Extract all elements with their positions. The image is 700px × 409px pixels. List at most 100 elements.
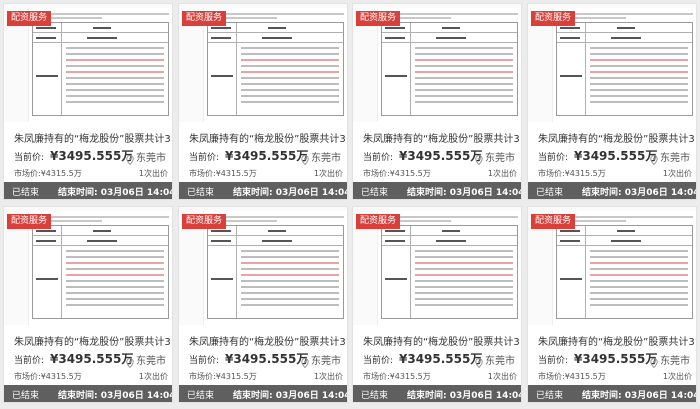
bid-count: 1次出价 — [487, 169, 517, 178]
location-label: 东莞市 — [311, 153, 341, 164]
listing-card[interactable]: 配资服务朱凤廉持有的“梅龙股份”股票共计35000 当前价: ¥3495.555万东… — [178, 206, 348, 403]
price-row: 当前价: ¥3495.555万 东莞市 — [14, 350, 168, 369]
location-label: 东莞市 — [136, 153, 166, 164]
listing-card[interactable]: 配资服务朱凤廉持有的“梅龙股份”股票共计35000 当前价: ¥3495.555万东… — [527, 206, 697, 403]
listing-title[interactable]: 朱凤廉持有的“梅龙股份”股票共计35000 — [14, 333, 170, 348]
listing-title[interactable]: 朱凤廉持有的“梅龙股份”股票共计35000 — [189, 130, 345, 145]
listing-card[interactable]: 配资服务朱凤廉持有的“梅龙股份”股票共计35000 当前价: ¥3495.555万东… — [178, 3, 348, 200]
price-row: 当前价: ¥3495.555万 东莞市 — [538, 147, 692, 166]
listing-card[interactable]: 配资服务朱凤廉持有的“梅龙股份”股票共计35000 当前价: ¥3495.555万东… — [3, 206, 173, 403]
service-badge: 配资服务 — [531, 11, 576, 26]
listing-thumbnail[interactable]: 配资服务 — [4, 207, 172, 325]
price-row: 当前价: ¥3495.555万 东莞市 — [538, 350, 692, 369]
map-pin-icon — [126, 353, 134, 369]
market-price: 市场价:¥4315.5万 — [363, 169, 431, 178]
service-badge: 配资服务 — [356, 11, 401, 26]
bid-count: 1次出价 — [313, 372, 343, 381]
market-price: 市场价:¥4315.5万 — [189, 169, 257, 178]
status-bar: 已结束 结束时间: 03月06日 14:04 — [179, 182, 347, 199]
end-time: 结束时间: 03月06日 14:04 — [407, 391, 522, 401]
bid-count: 1次出价 — [138, 169, 168, 178]
status-label: 已结束 — [361, 391, 389, 401]
end-time: 结束时间: 03月06日 14:04 — [58, 188, 173, 198]
map-pin-icon — [475, 150, 483, 166]
market-price: 市场价:¥4315.5万 — [189, 372, 257, 381]
status-bar: 已结束 结束时间: 03月06日 14:04 — [4, 182, 172, 199]
listing-thumbnail[interactable]: 配资服务 — [528, 4, 696, 122]
service-badge: 配资服务 — [182, 214, 227, 229]
price-label: 当前价: — [363, 356, 394, 366]
status-bar: 已结束 结束时间: 03月06日 14:04 — [528, 385, 696, 402]
meta-row: 市场价:¥4315.5万 1次出价 — [189, 371, 343, 383]
service-badge: 配资服务 — [182, 11, 227, 26]
meta-row: 市场价:¥4315.5万 1次出价 — [14, 168, 168, 180]
listing-title[interactable]: 朱凤廉持有的“梅龙股份”股票共计35000 — [363, 130, 519, 145]
bid-count: 1次出价 — [662, 372, 692, 381]
listing-card[interactable]: 配资服务朱凤廉持有的“梅龙股份”股票共计35000 当前价: ¥3495.555万东… — [527, 3, 697, 200]
listing-thumbnail[interactable]: 配资服务 — [179, 207, 347, 325]
price-label: 当前价: — [14, 356, 45, 366]
end-time: 结束时间: 03月06日 14:04 — [58, 391, 173, 401]
status-label: 已结束 — [187, 188, 215, 198]
location-label: 东莞市 — [311, 356, 341, 367]
meta-row: 市场价:¥4315.5万 1次出价 — [363, 168, 517, 180]
current-price: ¥3495.555万 — [50, 352, 134, 366]
map-pin-icon — [301, 150, 309, 166]
status-bar: 已结束 结束时间: 03月06日 14:04 — [179, 385, 347, 402]
location-label: 东莞市 — [136, 356, 166, 367]
listing-thumbnail[interactable]: 配资服务 — [4, 4, 172, 122]
map-pin-icon — [650, 150, 658, 166]
location-label: 东莞市 — [660, 356, 690, 367]
listing-title[interactable]: 朱凤廉持有的“梅龙股份”股票共计35000 — [538, 130, 694, 145]
listing-thumbnail[interactable]: 配资服务 — [179, 4, 347, 122]
status-label: 已结束 — [361, 188, 389, 198]
end-time: 结束时间: 03月06日 14:04 — [582, 391, 697, 401]
current-price: ¥3495.555万 — [225, 352, 309, 366]
listing-title[interactable]: 朱凤廉持有的“梅龙股份”股票共计35000 — [538, 333, 694, 348]
map-pin-icon — [475, 353, 483, 369]
map-pin-icon — [301, 353, 309, 369]
status-bar: 已结束 结束时间: 03月06日 14:04 — [353, 182, 521, 199]
listing-card[interactable]: 配资服务朱凤廉持有的“梅龙股份”股票共计3500000 当前价: ¥3495.555… — [3, 3, 173, 200]
listing-thumbnail[interactable]: 配资服务 — [353, 207, 521, 325]
status-label: 已结束 — [187, 391, 215, 401]
location-label: 东莞市 — [485, 153, 515, 164]
price-label: 当前价: — [538, 153, 569, 163]
meta-row: 市场价:¥4315.5万 1次出价 — [538, 371, 692, 383]
current-price: ¥3495.555万 — [399, 352, 483, 366]
listing-card[interactable]: 配资服务朱凤廉持有的“梅龙股份”股票共计35000 当前价: ¥3495.555万东… — [352, 206, 522, 403]
listing-thumbnail[interactable]: 配资服务 — [528, 207, 696, 325]
price-row: 当前价: ¥3495.555万 东莞市 — [189, 350, 343, 369]
price-label: 当前价: — [538, 356, 569, 366]
map-pin-icon — [126, 150, 134, 166]
listing-title[interactable]: 朱凤廉持有的“梅龙股份”股票共计35000 — [189, 333, 345, 348]
market-price: 市场价:¥4315.5万 — [14, 169, 82, 178]
price-label: 当前价: — [189, 153, 220, 163]
end-time: 结束时间: 03月06日 14:04 — [582, 188, 697, 198]
current-price: ¥3495.555万 — [574, 149, 658, 163]
listing-title[interactable]: 朱凤廉持有的“梅龙股份”股票共计35000 — [363, 333, 519, 348]
price-row: 当前价: ¥3495.555万 东莞市 — [363, 147, 517, 166]
price-row: 当前价: ¥3495.555万 东莞市 — [363, 350, 517, 369]
auction-listing-grid: 配资服务朱凤廉持有的“梅龙股份”股票共计3500000当前价:¥3495.555… — [0, 0, 700, 409]
status-bar: 已结束 结束时间: 03月06日 14:04 — [353, 385, 521, 402]
price-row: 当前价: ¥3495.555万 东莞市 — [189, 147, 343, 166]
market-price: 市场价:¥4315.5万 — [363, 372, 431, 381]
listing-card[interactable]: 配资服务朱凤廉持有的“梅龙股份”股票共计35000 当前价: ¥3495.555万东… — [352, 3, 522, 200]
meta-row: 市场价:¥4315.5万 1次出价 — [14, 371, 168, 383]
status-bar: 已结束 结束时间: 03月06日 14:04 — [4, 385, 172, 402]
price-row: 当前价: ¥3495.555万 东莞市 — [14, 147, 168, 166]
listing-thumbnail[interactable]: 配资服务 — [353, 4, 521, 122]
status-bar: 已结束 结束时间: 03月06日 14:04 — [528, 182, 696, 199]
current-price: ¥3495.555万 — [399, 149, 483, 163]
map-pin-icon — [650, 353, 658, 369]
end-time: 结束时间: 03月06日 14:04 — [233, 188, 348, 198]
current-price: ¥3495.555万 — [574, 352, 658, 366]
end-time: 结束时间: 03月06日 14:04 — [407, 188, 522, 198]
price-label: 当前价: — [14, 153, 45, 163]
service-badge: 配资服务 — [7, 214, 52, 229]
status-label: 已结束 — [536, 188, 564, 198]
listing-title[interactable]: 朱凤廉持有的“梅龙股份”股票共计3500000 — [14, 130, 170, 145]
status-label: 已结束 — [12, 391, 40, 401]
current-price: ¥3495.555万 — [225, 149, 309, 163]
